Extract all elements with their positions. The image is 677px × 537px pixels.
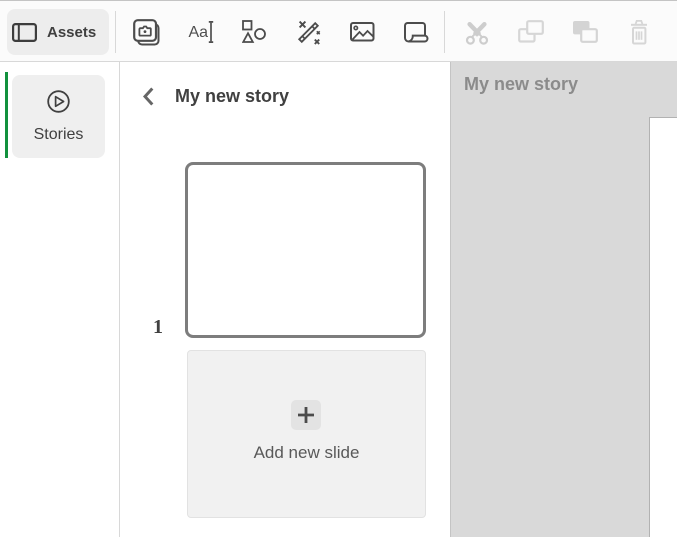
svg-text:Aa: Aa [188,24,208,41]
